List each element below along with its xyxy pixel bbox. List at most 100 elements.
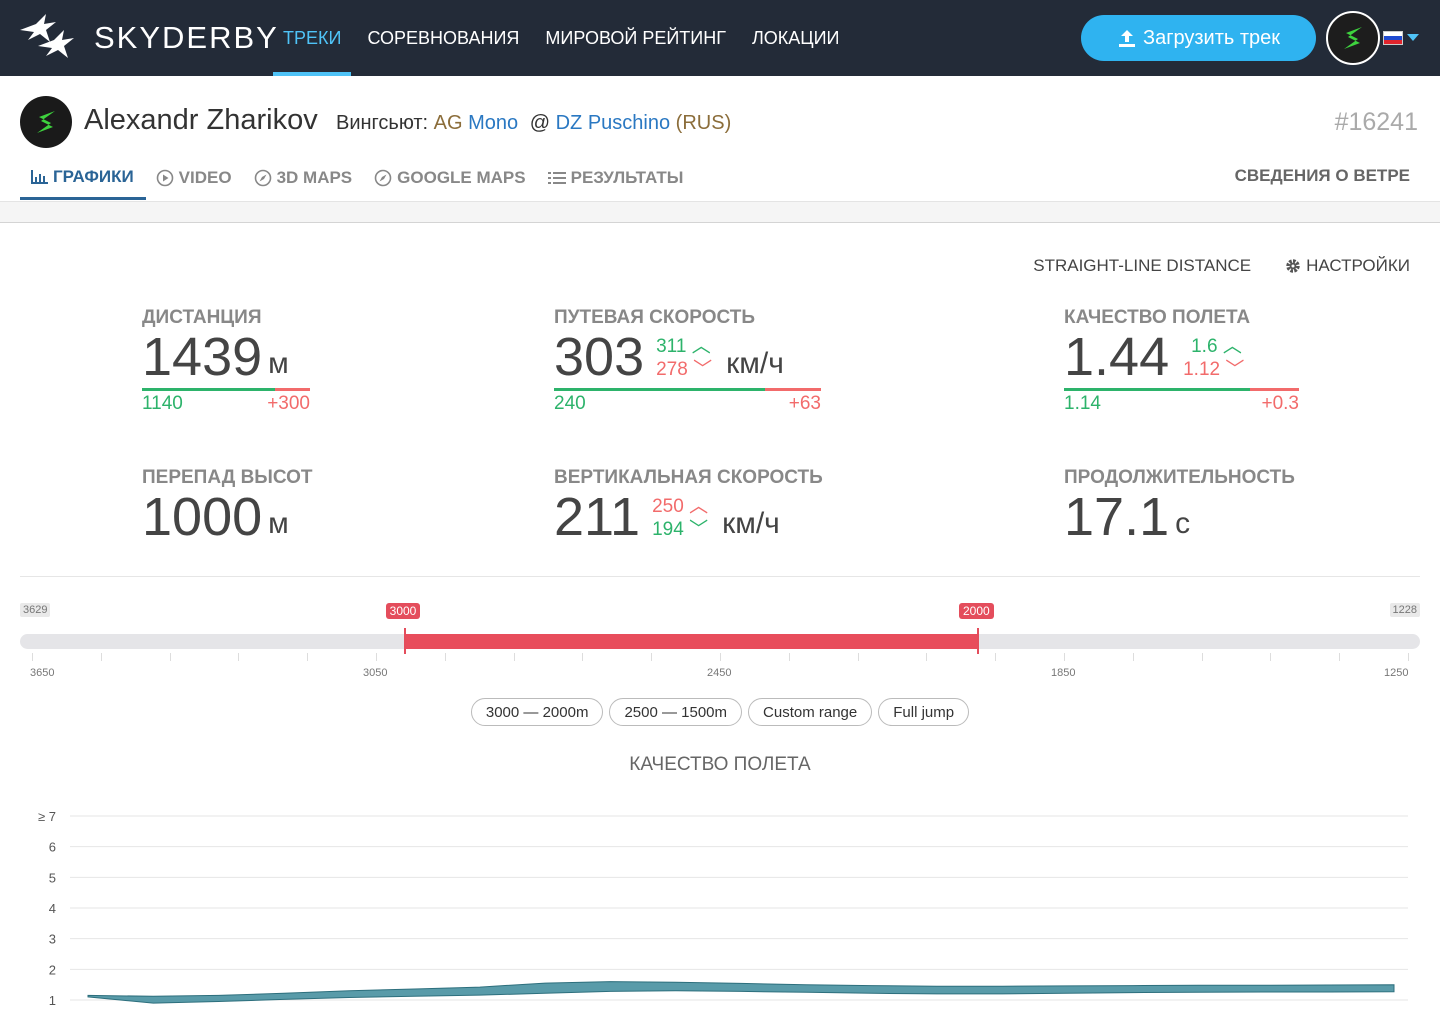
skyderby-logo-icon[interactable] [16,12,80,64]
scale-tick-label: 1850 [1051,667,1076,679]
selected-range [404,634,978,649]
compass-icon [374,169,392,187]
tab-google-maps[interactable]: GOOGLE MAPS [364,156,537,200]
stat-value: 211 [554,487,641,547]
s-logo-icon [1344,27,1362,49]
preset-2500-1500[interactable]: 2500 — 1500m [609,698,743,726]
stat-unit: км/ч [726,347,784,380]
chevron-down-icon: ﹀ [1225,359,1245,380]
upload-track-button[interactable]: Загрузить трек [1081,15,1316,61]
stat-unit: м [268,347,289,380]
track-id: #16241 [1334,108,1418,136]
tab-charts-label: ГРАФИКИ [53,166,134,186]
wingsuit-model[interactable]: Mono [468,112,518,134]
range-handle-to[interactable] [977,628,979,654]
scale-tick [857,653,859,661]
stat-value: 17.1 [1064,487,1170,547]
wingsuit-info: Вингсьют: AG Mono @ DZ Puschino (RUS) [336,112,731,135]
scale-tick [307,653,309,661]
stat-label: ПЕРЕПАД ВЫСОТ [142,467,313,488]
range-from-label: 3000 [385,603,421,619]
track-tabs: ГРАФИКИ VIDEO 3D MAPS GOOGLE MAPS РЕЗУЛЬ… [20,156,695,200]
stat-range-low: 1.14 [1064,393,1101,414]
stat-value: 1.44 [1064,327,1170,387]
scale-tick [1064,653,1065,661]
stat-value: 303 [554,327,645,387]
nav-world-ranking[interactable]: МИРОВОЙ РЕЙТИНГ [532,0,739,76]
upload-icon [1118,30,1135,47]
wind-info-link[interactable]: СВЕДЕНИЯ О ВЕТРЕ [1235,166,1410,186]
stat-range-low: 1140 [142,393,183,414]
y-tick-label: ≥ 7 [38,809,56,824]
stat-unit: м [268,507,289,540]
scale-tick [32,653,33,661]
scale-tick-label: 3650 [30,667,55,679]
chart-title: КАЧЕСТВО ПОЛЕТА [629,754,811,775]
stat-max: 1.6 ︿ [1191,336,1242,357]
user-avatar[interactable] [1326,11,1380,65]
main-nav: ТРЕКИ СОРЕВНОВАНИЯ МИРОВОЙ РЕЙТИНГ ЛОКАЦ… [270,0,852,76]
tab-3d-maps-label: 3D MAPS [276,168,353,187]
scale-tick [720,653,721,661]
stat-range-low: 240 [554,393,586,414]
scale-tick [513,653,515,661]
nav-locations[interactable]: ЛОКАЦИИ [739,0,853,76]
pilot-name[interactable]: Alexandr Zharikov [84,104,318,137]
stat-value: 1439 [142,327,263,387]
stat-range-bar [1064,388,1299,391]
range-to-label: 2000 [959,603,994,619]
russia-flag-icon[interactable] [1383,31,1403,45]
y-tick-label: 5 [49,870,56,885]
scale-tick [995,653,997,661]
country-code[interactable]: RUS [682,112,724,134]
tab-video[interactable]: VIDEO [146,156,244,200]
scale-tick [1339,653,1341,661]
preset-3000-2000[interactable]: 3000 — 2000m [470,698,604,726]
tab-results[interactable]: РЕЗУЛЬТАТЫ [538,156,696,200]
scale-tick [376,653,377,661]
pilot-avatar[interactable] [20,96,72,148]
straight-line-distance-toggle[interactable]: STRAIGHT-LINE DISTANCE [1033,256,1251,276]
range-handle-from[interactable] [403,628,406,654]
stat-range-bar [142,388,310,391]
brand-name[interactable]: SKYDERBY [94,20,279,56]
stat-elevation: ПЕРЕПАД ВЫСОТ 1000 м [142,467,313,547]
section-divider [20,576,1420,577]
y-tick-label: 2 [49,962,56,977]
chevron-down-icon[interactable] [1407,34,1419,41]
scale-tick [238,653,240,661]
nav-competitions[interactable]: СОРЕВНОВАНИЯ [354,0,532,76]
y-tick-label: 4 [49,901,56,916]
stat-min: 1.12 ﹀ [1183,359,1245,380]
scale-tick-label: 1250 [1384,667,1409,679]
scale-tick [651,653,653,661]
scale-tick [926,653,928,661]
stat-glide-ratio: КАЧЕСТВО ПОЛЕТА 1.44 1.6 ︿ 1.12 ﹀ 1.14 +… [1064,307,1299,415]
stat-duration: ПРОДОЛЖИТЕЛЬНОСТЬ 17.1 с [1064,467,1295,547]
settings-button[interactable]: НАСТРОЙКИ [1285,256,1410,276]
nav-tracks[interactable]: ТРЕКИ [270,0,354,76]
stat-range-high: +0.3 [1261,393,1299,414]
stat-unit: с [1175,507,1191,540]
preset-full-jump[interactable]: Full jump [878,698,970,726]
chevron-up-icon: ︿ [1222,336,1242,357]
wingsuit-prefix: Вингсьют: [336,112,429,134]
scale-tick-label: 3050 [363,667,388,679]
stat-max: 250 ︿ [652,496,709,517]
stat-unit: км/ч [722,507,780,540]
top-navbar: SKYDERBY ТРЕКИ СОРЕВНОВАНИЯ МИРОВОЙ РЕЙТ… [0,0,1440,76]
country-close: ) [724,112,732,134]
glide-ratio-chart: ≥ 7 6 5 4 3 2 1 [38,809,1408,1008]
wingsuit-brand[interactable]: AG [434,112,463,134]
gear-icon [1286,259,1300,273]
stat-value: 1000 [142,487,263,547]
scale-tick [100,653,102,661]
tab-charts[interactable]: ГРАФИКИ [20,156,146,200]
tab-3d-maps[interactable]: 3D MAPS [244,156,365,200]
scale-tick [1270,653,1272,661]
stat-label: ПУТЕВАЯ СКОРОСТЬ [554,307,755,328]
preset-custom-range[interactable]: Custom range [748,698,873,726]
place-link[interactable]: DZ Puschino [556,112,671,134]
range-presets: 3000 — 2000m 2500 — 1500m Custom range F… [0,698,1440,726]
scale-tick [1408,653,1409,661]
